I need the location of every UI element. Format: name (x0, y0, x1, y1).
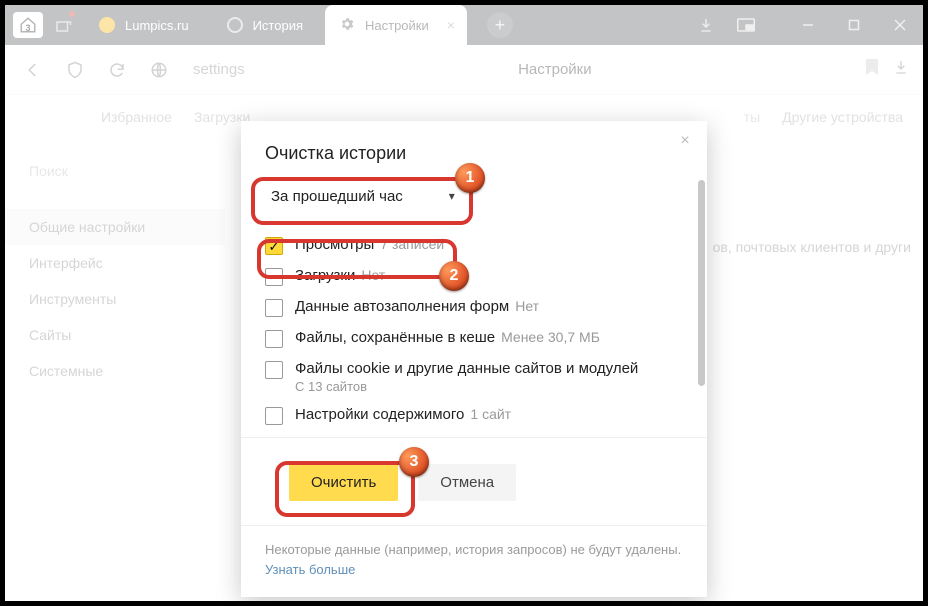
clear-button[interactable]: Очистить (289, 464, 398, 501)
sidebar-item-general[interactable]: Общие настройки (5, 209, 225, 245)
sidebar-item-tools[interactable]: Инструменты (5, 281, 225, 317)
shield-icon[interactable] (61, 56, 89, 84)
tabs-overview-button[interactable]: 3 (13, 12, 43, 38)
dialog-scrollbar[interactable] (698, 180, 705, 386)
window-titlebar: 3 Lumpics.ru История Настройки × + (5, 5, 923, 45)
window-minimize-button[interactable] (785, 5, 831, 45)
checkbox-icon[interactable] (265, 237, 283, 255)
background-text-fragment: ов, почтовых клиентов и други (713, 239, 911, 255)
option-autofill[interactable]: Данные автозаполнения формНет (265, 292, 683, 323)
back-button[interactable] (19, 56, 47, 84)
tab-settings-active[interactable]: Настройки × (325, 5, 467, 45)
history-icon (227, 17, 243, 33)
callout-badge-3: 3 (399, 447, 429, 477)
settings-sidebar: Поиск Общие настройки Интерфейс Инструме… (5, 139, 225, 601)
download-icon[interactable] (893, 58, 909, 81)
bookmark-icon[interactable] (865, 58, 879, 81)
gear-icon (339, 16, 355, 35)
url-text[interactable]: settings (187, 61, 245, 78)
reload-button[interactable] (103, 56, 131, 84)
checkbox-icon[interactable] (265, 330, 283, 348)
new-tab-button[interactable]: + (487, 12, 513, 38)
option-downloads[interactable]: ЗагрузкиНет (265, 261, 683, 292)
sidebar-search[interactable]: Поиск (5, 151, 225, 191)
sidebar-item-interface[interactable]: Интерфейс (5, 245, 225, 281)
tab-label: Lumpics.ru (125, 18, 189, 33)
favicon-icon (99, 17, 115, 33)
checkbox-icon[interactable] (265, 299, 283, 317)
option-content-settings[interactable]: Настройки содержимого1 сайт (265, 400, 683, 431)
chevron-down-icon: ▾ (449, 189, 455, 203)
download-indicator-icon[interactable] (689, 5, 723, 45)
subtab-other-devices[interactable]: Другие устройства (782, 109, 903, 125)
tab-history[interactable]: История (211, 17, 319, 33)
subtab-favorites[interactable]: Избранное (101, 109, 172, 125)
checkbox-icon[interactable] (265, 361, 283, 379)
close-tab-icon[interactable]: × (447, 17, 455, 33)
tab-label: История (253, 18, 303, 33)
address-bar: settings Настройки (5, 45, 923, 95)
checkbox-icon[interactable] (265, 268, 283, 286)
panel-toggle-icon[interactable] (49, 11, 77, 39)
tab-label: Настройки (365, 18, 429, 33)
dialog-title: Очистка истории (265, 143, 683, 164)
tab-lumpics[interactable]: Lumpics.ru (83, 17, 205, 33)
checkbox-icon[interactable] (265, 407, 283, 425)
option-views[interactable]: Просмотры7 записей (265, 230, 683, 261)
sidebar-item-sites[interactable]: Сайты (5, 317, 225, 353)
callout-badge-2: 2 (439, 261, 469, 291)
option-cache[interactable]: Файлы, сохранённые в кешеМенее 30,7 МБ (265, 323, 683, 354)
learn-more-link[interactable]: Узнать больше (265, 562, 355, 577)
window-close-button[interactable] (877, 5, 923, 45)
pip-icon[interactable] (729, 5, 763, 45)
page-title: Настройки (259, 61, 851, 78)
callout-badge-1: 1 (455, 163, 485, 193)
subtab-fragment[interactable]: ты (744, 109, 760, 125)
site-identity-icon[interactable] (145, 56, 173, 84)
time-range-label: За прошедший час (271, 188, 403, 205)
dialog-footnote: Некоторые данные (например, история запр… (241, 525, 707, 597)
sidebar-item-system[interactable]: Системные (5, 353, 225, 389)
tabs-count: 3 (25, 23, 30, 33)
cancel-button[interactable]: Отмена (418, 464, 516, 501)
window-maximize-button[interactable] (831, 5, 877, 45)
dialog-close-button[interactable]: × (675, 131, 695, 151)
option-cookies[interactable]: Файлы cookie и другие данные сайтов и мо… (265, 354, 683, 400)
